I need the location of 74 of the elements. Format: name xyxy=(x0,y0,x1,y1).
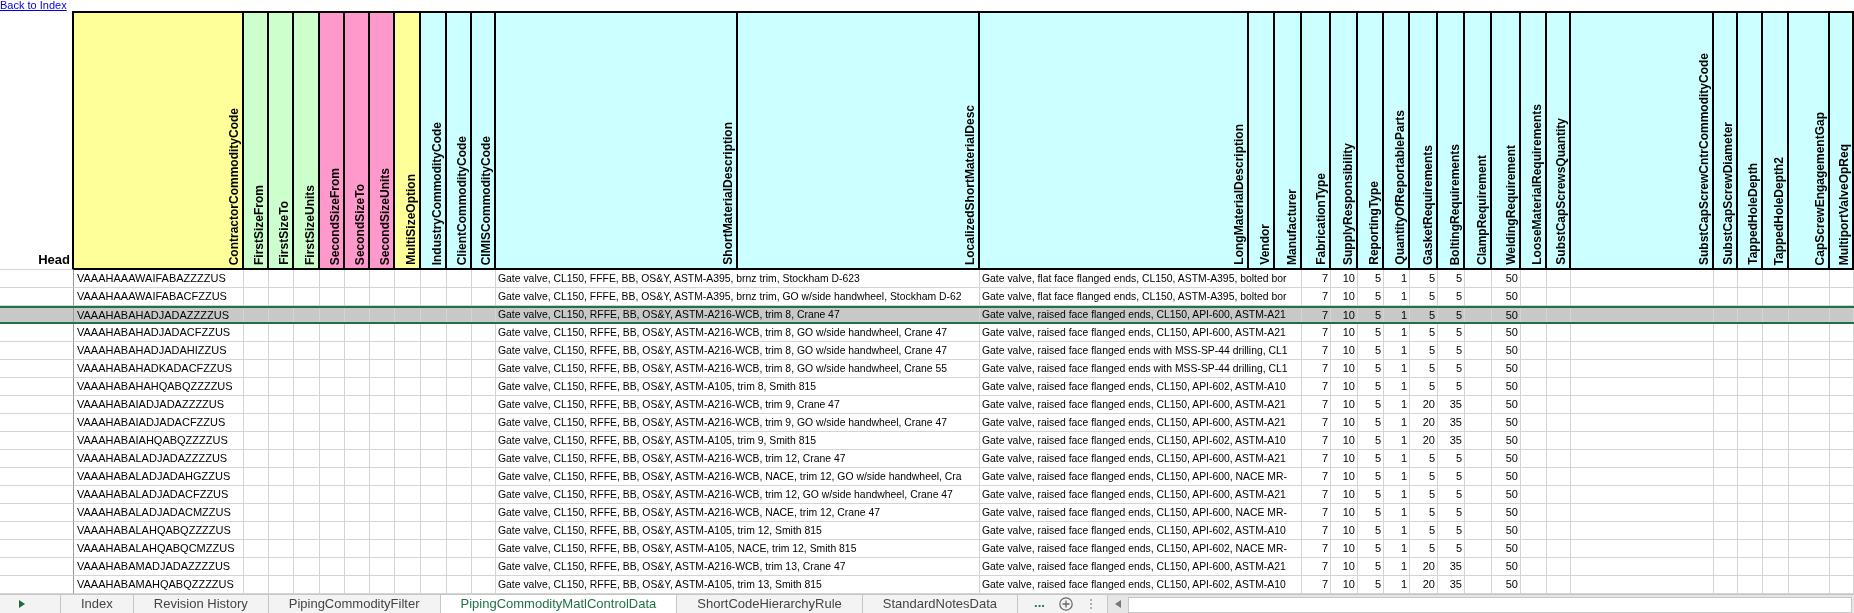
table-row[interactable]: VAAAHAAAWAIFABAZZZZUS Gate valve, CL150, FFFE, BB, OS&Y, ASTM-A395, brnz trim, Stockham D-623 Gate valve, flat face flanged ends, CL150, ASTM-A395, bolted bor 7 10 5 1 5 5 50 xyxy=(0,270,1854,288)
sheet-tab[interactable]: Index xyxy=(61,595,134,613)
table-row[interactable]: VAAAHABALAHQABQZZZZUS Gate valve, CL150, RFFE, BB, OS&Y, ASTM-A105, trim 12, Smith 815 Gate valve, raised face flanged ends, CL150, API-602, ASTM-A10 7 10 5 1 5 5 50 xyxy=(0,522,1854,540)
column-header: LocalizedShortMaterialDesc xyxy=(738,11,980,270)
table-row[interactable]: VAAAHABAHADJADACFZZUS Gate valve, CL150, RFFE, BB, OS&Y, ASTM-A216-WCB, trim 8, GO w/side handwheel, Crane 47 Gate valve, raised face flanged ends, CL150, API-600, ASTM-A21 7 10 5 1 5 5 50 xyxy=(0,324,1854,342)
column-header: ClampRequirement xyxy=(1465,11,1492,270)
table-row[interactable]: VAAAHABAHAHQABQZZZZUS Gate valve, CL150, RFFE, BB, OS&Y, ASTM-A105, trim 8, Smith 815 Gate valve, raised face flanged ends, CL150, API-602, ASTM-A10 7 10 5 1 5 5 50 xyxy=(0,378,1854,396)
column-header: MultiportValveOpReq xyxy=(1830,11,1854,270)
column-header: FirstSizeUnits xyxy=(294,11,320,270)
column-header: SupplyResponsibility xyxy=(1331,11,1358,270)
table-cell: 50 xyxy=(1492,308,1521,322)
vertical-dots-icon[interactable] xyxy=(1088,598,1093,610)
sheet-tab[interactable]: PipingCommodityMatlControlData xyxy=(440,595,678,613)
sheet-tab[interactable]: StandardNotesData xyxy=(862,595,1018,613)
table-cell: 7 xyxy=(1302,308,1331,322)
sheet-tab[interactable]: PipingCommodityFilter xyxy=(268,595,441,613)
column-header: ContractorCommodityCode xyxy=(74,11,244,270)
table-row[interactable]: VAAAHABALAHQABQCMZZUS Gate valve, CL150, RFFE, BB, OS&Y, ASTM-A105, NACE, trim 12, Smith 815 Gate valve, raised face flanged ends, CL150, API-602, NACE MR- 7 10 5 1 5 5 50 xyxy=(0,540,1854,558)
table-cell: Gate valve, raised face flanged ends, CL150, API-600, ASTM-A21 xyxy=(980,308,1302,322)
row-header-label: Head xyxy=(38,252,70,267)
column-header: Vendor xyxy=(1249,11,1275,270)
column-header: SecondSizeUnits xyxy=(370,11,395,270)
table-row[interactable]: VAAAHABALADJADACMZZUS Gate valve, CL150, RFFE, BB, OS&Y, ASTM-A216-WCB, NACE, trim 12, Crane 47 Gate valve, raised face flanged ends, CL150, API-600, NACE MR- 7 10 5 1 5 5 50 xyxy=(0,504,1854,522)
sheet-tab[interactable]: ShortCodeHierarchyRule xyxy=(677,595,863,613)
table-row[interactable]: VAAAHABAHADKADACFZZUS Gate valve, CL150, RFFE, BB, OS&Y, ASTM-A216-WCB, trim 8, GO w/side handwheel, Crane 55 Gate valve, raised face flanged ends with MSS-SP-44 drilling, CL1 7 10 5 1 5 5 50 xyxy=(0,360,1854,378)
sheet-tab[interactable]: Revision History xyxy=(133,595,269,613)
table-row[interactable]: VAAAHABAIAHQABQZZZZUS Gate valve, CL150, RFFE, BB, OS&Y, ASTM-A105, trim 9, Smith 815 Gate valve, raised face flanged ends, CL150, API-602, ASTM-A10 7 10 5 1 20 35 50 xyxy=(0,432,1854,450)
add-sheet-icon[interactable] xyxy=(1058,597,1073,611)
column-header: LongMaterialDescription xyxy=(980,11,1249,270)
table-cell: 5 xyxy=(1358,308,1384,322)
column-header: Manufacturer xyxy=(1275,11,1302,270)
column-header: ClientCommodityCode xyxy=(447,11,472,270)
table-row[interactable]: VAAAHABAIADJADACFZZUS Gate valve, CL150, RFFE, BB, OS&Y, ASTM-A216-WCB, trim 9, GO w/side handwheel, Crane 47 Gate valve, raised face flanged ends, CL150, API-600, ASTM-A21 7 10 5 1 20 35 50 xyxy=(0,414,1854,432)
table-row[interactable]: VAAAHABAHADJADAHIZZUS Gate valve, CL150, RFFE, BB, OS&Y, ASTM-A216-WCB, trim 8, GO w/side handwheel, Crane 47 Gate valve, raised face flanged ends with MSS-SP-44 drilling, CL1 7 10 5 1 5 5 50 xyxy=(0,342,1854,360)
column-header: LooseMaterialRequirements xyxy=(1521,11,1547,270)
table-row[interactable]: VAAAHABAHADJADAZZZZUS Gate valve, CL150, RFFE, BB, OS&Y, ASTM-A216-WCB, trim 8, Crane 47 Gate valve, raised face flanged ends, CL150, API-600, ASTM-A21 7 10 5 1 5 5 50 xyxy=(0,306,1854,324)
table-cell: VAAAHABAHADJADAZZZZUS xyxy=(74,308,244,322)
column-header: SecondSizeTo xyxy=(345,11,370,270)
table-row[interactable]: VAAAHABAMAHQABQZZZZUS Gate valve, CL150, RFFE, BB, OS&Y, ASTM-A105, trim 13, Smith 815 Gate valve, raised face flanged ends, CL150, API-602, ASTM-A10 7 10 5 1 20 35 50 xyxy=(0,576,1854,594)
column-header: ReportingType xyxy=(1358,11,1384,270)
column-header: IndustryCommodityCode xyxy=(421,11,447,270)
column-header: SubstCapScrewDiameter xyxy=(1714,11,1738,270)
table-row[interactable]: VAAAHABAMADJADAZZZZUS Gate valve, CL150, RFFE, BB, OS&Y, ASTM-A216-WCB, trim 13, Crane 47 Gate valve, raised face flanged ends, CL150, API-600, ASTM-A21 7 10 5 1 20 35 50 xyxy=(0,558,1854,576)
table-cell: 5 xyxy=(1410,308,1438,322)
horizontal-scrollbar[interactable] xyxy=(1106,595,1854,613)
table-cell: 10 xyxy=(1331,308,1358,322)
column-header: FirstSizeFrom xyxy=(244,11,269,270)
column-header: ShortMaterialDescription xyxy=(496,11,738,270)
table-row[interactable]: VAAAHABALADJADAHGZZUS Gate valve, CL150, RFFE, BB, OS&Y, ASTM-A216-WCB, NACE, trim 12, GO w/side handwheel, Cra Gate valve, raised face flanged ends, CL150, API-600, NACE MR- 7 10 5 1 5 5 50 xyxy=(0,468,1854,486)
column-header: QuantityOfReportableParts xyxy=(1384,11,1410,270)
column-header: SubstCapScrewsQuantity xyxy=(1547,11,1571,270)
table-row[interactable]: VAAAHAAAWAIFABACFZZUS Gate valve, CL150, FFFE, BB, OS&Y, ASTM-A395, brnz trim, GO w/side handwheel, Stockham D-62 Gate valve, flat face flanged ends, CL150, ASTM-A395, bolted bor 7 10 5 1 5 5 50 xyxy=(0,288,1854,306)
column-header: SecondSizeFrom xyxy=(320,11,345,270)
column-header: MultiSizeOption xyxy=(395,11,421,270)
table-cell: Gate valve, CL150, RFFE, BB, OS&Y, ASTM-A216-WCB, trim 8, Crane 47 xyxy=(496,308,980,322)
column-header: TappedHoleDepth2 xyxy=(1763,11,1789,270)
table-cell: 5 xyxy=(1438,308,1465,322)
scroll-left-icon[interactable] xyxy=(1113,599,1122,609)
table-cell: 1 xyxy=(1384,308,1410,322)
scroll-right-icon[interactable] xyxy=(18,599,26,609)
table-row[interactable]: VAAAHABALADJADACFZZUS Gate valve, CL150, RFFE, BB, OS&Y, ASTM-A216-WCB, trim 12, GO w/side handwheel, Crane 47 Gate valve, raised face flanged ends, CL150, API-600, ASTM-A21 7 10 5 1 5 5 50 xyxy=(0,486,1854,504)
column-header: WeldingRequirement xyxy=(1492,11,1521,270)
column-header: CIMISCommodityCode xyxy=(472,11,496,270)
column-header: BoltingRequirements xyxy=(1438,11,1465,270)
column-header: SubstCapScrewCntrCommodityCode xyxy=(1571,11,1714,270)
more-tabs-button[interactable]: ... xyxy=(1018,595,1053,613)
table-row[interactable]: VAAAHABALADJADAZZZZUS Gate valve, CL150, RFFE, BB, OS&Y, ASTM-A216-WCB, trim 12, Crane 47 Gate valve, raised face flanged ends, CL150, API-600, ASTM-A21 7 10 5 1 5 5 50 xyxy=(0,450,1854,468)
table-row[interactable]: VAAAHABAIADJADAZZZZUS Gate valve, CL150, RFFE, BB, OS&Y, ASTM-A216-WCB, trim 9, Crane 47 Gate valve, raised face flanged ends, CL150, API-600, ASTM-A21 7 10 5 1 20 35 50 xyxy=(0,396,1854,414)
back-to-index-link[interactable]: Back to Index xyxy=(0,0,67,11)
column-header: FabricationType xyxy=(1302,11,1331,270)
column-header: TappedHoleDepth xyxy=(1738,11,1763,270)
column-header: GasketRequirements xyxy=(1410,11,1438,270)
column-header: CapScrewEngagementGap xyxy=(1789,11,1830,270)
column-header: FirstSizeTo xyxy=(269,11,294,270)
